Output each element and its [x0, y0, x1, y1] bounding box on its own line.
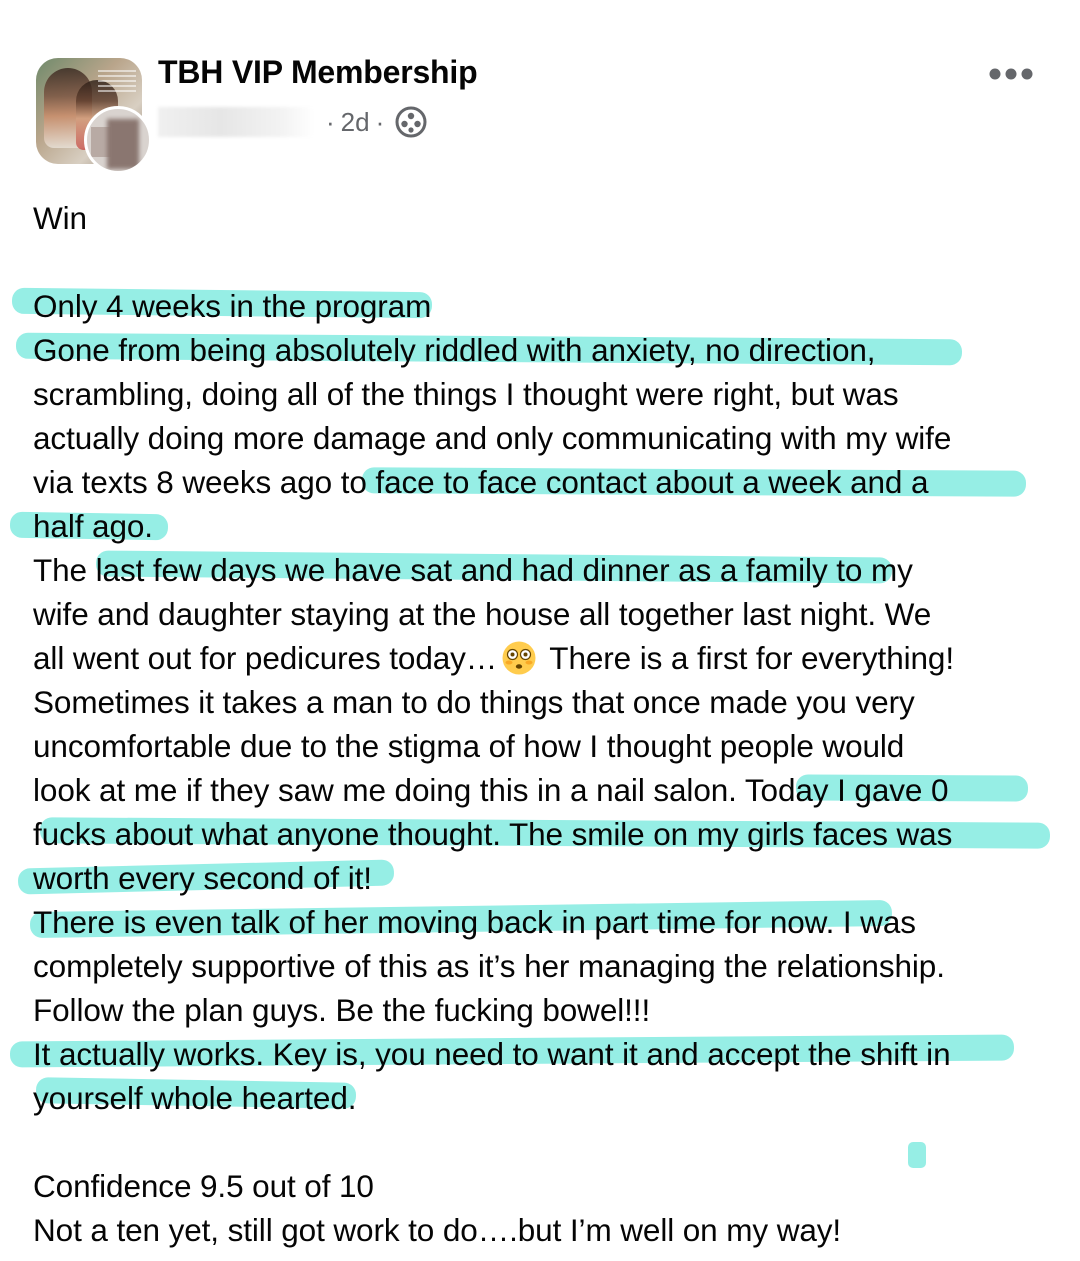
post-text-line: Confidence 9.5 out of 10: [33, 1168, 374, 1204]
post-text-line: half ago.: [33, 508, 153, 544]
post-text-line: Win: [33, 200, 87, 236]
post-text-line: Gone from being absolutely riddled with …: [33, 332, 876, 368]
post-text-line: worth every second of it!: [33, 860, 372, 896]
post-timestamp[interactable]: 2d: [341, 107, 370, 138]
post-meta: · 2d ·: [158, 102, 428, 142]
post-text-line: actually doing more damage and only comm…: [33, 420, 952, 456]
post-body: Win Only 4 weeks in the program Gone fro…: [0, 180, 1080, 1261]
post-text-line: Not a ten yet, still got work to do….but…: [33, 1212, 842, 1248]
post-text-line: It actually works. Key is, you need to w…: [33, 1036, 951, 1072]
post-text-line: yourself whole hearted.: [33, 1080, 357, 1116]
post-text-line: look at me if they saw me doing this in …: [33, 772, 949, 808]
post-text-line: wife and daughter staying at the house a…: [33, 596, 932, 632]
post-header: TBH VIP Membership · 2d ·: [0, 0, 1080, 180]
globe-icon: [395, 106, 427, 138]
author-avatar[interactable]: [84, 106, 152, 174]
flushed-face-emoji: [502, 641, 536, 675]
post-text-line: The last few days we have sat and had di…: [33, 552, 913, 588]
meta-separator-2: ·: [375, 106, 385, 137]
highlight-stroke: [908, 1142, 926, 1168]
post-text-line: There is even talk of her moving back in…: [33, 904, 916, 940]
post-text-line: completely supportive of this as it’s he…: [33, 948, 945, 984]
post-text-line: fucks about what anyone thought. The smi…: [33, 816, 953, 852]
post-text-line: Only 4 weeks in the program: [33, 288, 432, 324]
more-options-icon[interactable]: [988, 64, 1034, 84]
post-text-line: uncomfortable due to the stigma of how I…: [33, 728, 905, 764]
redacted-author-name[interactable]: [158, 107, 314, 137]
post-text-line: scrambling, doing all of the things I th…: [33, 376, 899, 412]
post-text-line: Follow the plan guys. Be the fucking bow…: [33, 992, 651, 1028]
meta-separator: ·: [326, 106, 335, 137]
post-text-line: all went out for pedicures today… There …: [33, 640, 954, 676]
group-name-link[interactable]: TBH VIP Membership: [158, 54, 478, 91]
post-text-line: via texts 8 weeks ago to face to face co…: [33, 464, 929, 500]
post-text-line: Sometimes it takes a man to do things th…: [33, 684, 915, 720]
